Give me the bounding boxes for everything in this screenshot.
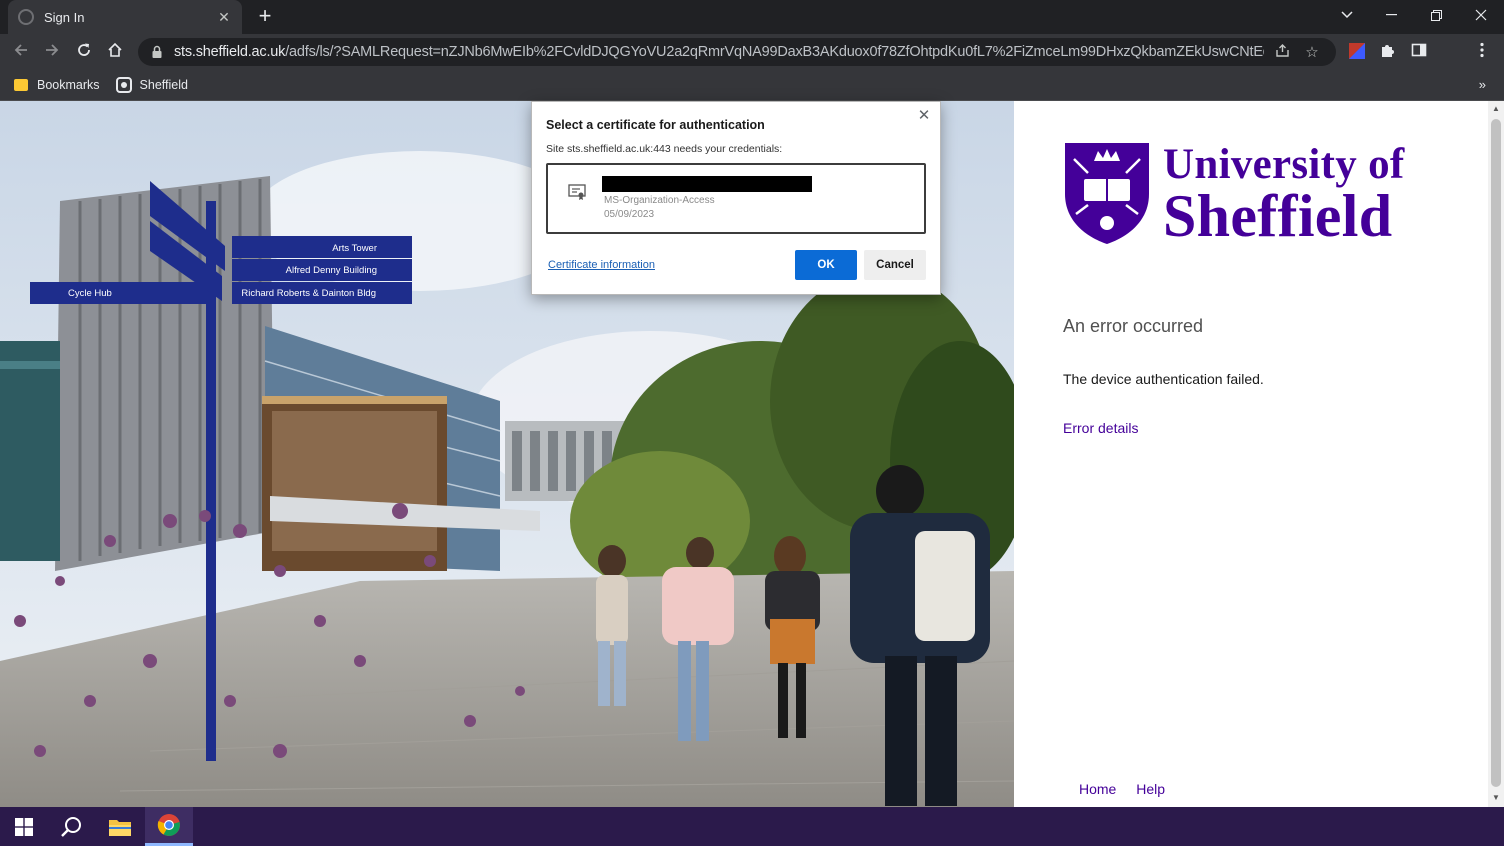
error-title: An error occurred	[1063, 316, 1204, 336]
ok-button[interactable]: OK	[795, 250, 857, 280]
chrome-icon	[157, 814, 180, 836]
search-button[interactable]	[47, 807, 95, 846]
bookmark-label: Sheffield	[139, 78, 188, 92]
close-window-button[interactable]	[1458, 0, 1504, 30]
certificate-information-link[interactable]: Certificate information	[548, 259, 655, 271]
new-tab-button[interactable]: +	[254, 5, 276, 27]
certificate-issuer: MS-Organization-Access	[604, 195, 715, 206]
share-icon[interactable]	[1270, 43, 1294, 62]
signin-panel: University of Sheffield An error occurre…	[1014, 101, 1488, 807]
windows-logo-icon	[15, 817, 33, 836]
certificate-dialog: Select a certificate for authentication …	[531, 101, 941, 295]
cancel-button[interactable]: Cancel	[864, 250, 926, 280]
windows-taskbar	[0, 807, 1504, 846]
folder-icon	[14, 79, 28, 91]
sheffield-favicon-icon	[115, 77, 132, 93]
sign-alfred-denny: Alfred Denny Building	[286, 265, 377, 276]
extensions-puzzle-icon[interactable]	[1378, 42, 1398, 62]
footer-links: Home Help	[1079, 781, 1181, 797]
back-button[interactable]	[9, 40, 33, 64]
search-icon	[61, 816, 81, 837]
dialog-close-icon[interactable]: ✕	[916, 108, 932, 124]
bookmark-sheffield[interactable]: Sheffield	[115, 77, 188, 93]
tab-close-icon[interactable]: ✕	[216, 9, 232, 26]
bookmarks-overflow-icon[interactable]: »	[1479, 77, 1486, 92]
restore-button[interactable]	[1413, 0, 1459, 30]
bookmark-star-icon[interactable]: ☆	[1300, 43, 1324, 61]
help-link[interactable]: Help	[1136, 781, 1165, 797]
bookmarks-bar: Bookmarks Sheffield »	[0, 70, 1504, 101]
sign-arts-tower: Arts Tower	[332, 243, 377, 254]
url-host: sts.sheffield.ac.uk	[174, 44, 286, 60]
page-scrollbar[interactable]: ▲ ▼	[1488, 101, 1504, 807]
tab-title: Sign In	[44, 9, 85, 25]
error-details-link[interactable]: Error details	[1063, 420, 1138, 436]
home-button[interactable]	[103, 40, 127, 64]
url-text[interactable]: sts.sheffield.ac.uk/adfs/ls/?SAMLRequest…	[174, 44, 1264, 60]
tab-search-icon[interactable]	[1324, 0, 1370, 30]
minimize-button[interactable]	[1368, 0, 1414, 30]
forward-button[interactable]	[40, 40, 64, 64]
university-wordmark: University of Sheffield	[1163, 141, 1405, 249]
globe-icon	[18, 9, 34, 25]
wordmark-line1: University of	[1163, 141, 1405, 188]
redacted-cert-name	[602, 176, 812, 192]
certificate-icon	[568, 184, 586, 200]
file-explorer-button[interactable]	[96, 807, 144, 846]
university-crest-icon	[1065, 143, 1149, 244]
extension-icon[interactable]	[1347, 42, 1367, 62]
chrome-taskbar-button[interactable]	[145, 807, 193, 846]
url-path: /adfs/ls/?SAMLRequest=nZJNb6MwEIb%2FCvld…	[285, 44, 1264, 60]
tab-bar: Sign In ✕ +	[0, 0, 1504, 34]
dialog-subtitle: Site sts.sheffield.ac.uk:443 needs your …	[546, 143, 783, 155]
dialog-title: Select a certificate for authentication	[546, 118, 765, 132]
wordmark-line2: Sheffield	[1163, 183, 1393, 249]
reload-button[interactable]	[72, 40, 96, 64]
certificate-date: 05/09/2023	[604, 209, 655, 220]
menu-kebab-icon[interactable]	[1472, 42, 1492, 62]
side-panel-icon[interactable]	[1409, 42, 1429, 62]
sign-richard-roberts: Richard Roberts & Dainton Bldg	[241, 288, 376, 299]
scrollbar-thumb[interactable]	[1491, 119, 1501, 787]
scroll-down-icon[interactable]: ▼	[1491, 793, 1501, 803]
error-message: The device authentication failed.	[1063, 371, 1264, 387]
folder-icon	[109, 819, 131, 836]
tab-sign-in[interactable]: Sign In ✕	[8, 0, 242, 34]
sign-cycle-hub: Cycle Hub	[68, 288, 112, 299]
lock-icon[interactable]	[150, 45, 164, 59]
university-logo: University of Sheffield	[1062, 139, 1412, 249]
home-link[interactable]: Home	[1079, 781, 1116, 797]
certificate-list-item[interactable]: MS-Organization-Access 05/09/2023	[546, 163, 926, 234]
browser-toolbar: sts.sheffield.ac.uk/adfs/ls/?SAMLRequest…	[0, 34, 1504, 70]
bookmark-label: Bookmarks	[37, 78, 100, 92]
scroll-up-icon[interactable]: ▲	[1491, 104, 1501, 114]
bookmark-folder[interactable]: Bookmarks	[14, 78, 100, 92]
address-bar[interactable]: sts.sheffield.ac.uk/adfs/ls/?SAMLRequest…	[138, 38, 1336, 66]
start-button[interactable]	[0, 807, 48, 846]
